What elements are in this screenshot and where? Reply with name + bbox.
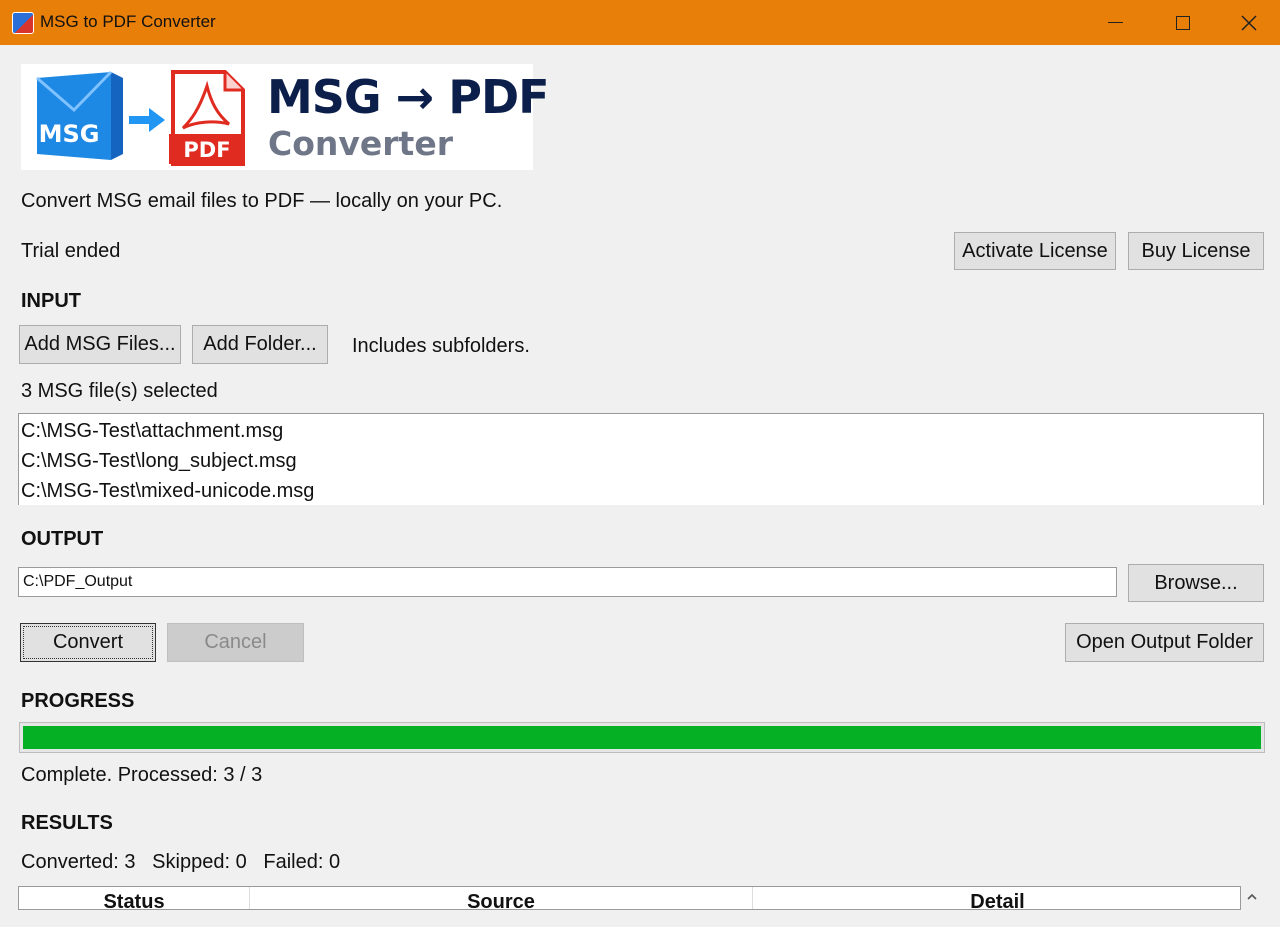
app-icon — [12, 12, 34, 34]
close-icon — [1241, 14, 1257, 31]
add-msg-files-button[interactable]: Add MSG Files... — [19, 325, 181, 364]
input-heading: INPUT — [21, 290, 81, 312]
logo-subtitle: Converter — [268, 124, 453, 163]
output-path-field[interactable]: C:\PDF_Output — [18, 567, 1117, 597]
column-header-source[interactable]: Source — [250, 887, 753, 909]
subfolders-hint: Includes subfolders. — [352, 335, 530, 357]
scroll-up-icon[interactable] — [1245, 890, 1259, 904]
cancel-button[interactable]: Cancel — [167, 623, 304, 662]
selected-count: 3 MSG file(s) selected — [21, 380, 218, 402]
open-output-folder-button[interactable]: Open Output Folder — [1065, 623, 1264, 662]
file-list[interactable]: C:\MSG-Test\attachment.msg C:\MSG-Test\l… — [18, 413, 1264, 505]
maximize-button[interactable] — [1150, 0, 1216, 45]
minimize-button[interactable] — [1082, 0, 1148, 45]
pdf-document-icon: PDF — [169, 70, 245, 166]
results-table[interactable]: Status Source Detail — [18, 886, 1241, 910]
progress-bar — [19, 722, 1265, 753]
license-status: Trial ended — [21, 240, 121, 262]
minimize-icon — [1107, 21, 1123, 24]
add-folder-button[interactable]: Add Folder... — [192, 325, 328, 364]
progress-status: Complete. Processed: 3 / 3 — [21, 764, 263, 786]
convert-button[interactable]: Convert — [20, 623, 156, 662]
column-header-detail[interactable]: Detail — [753, 887, 1240, 909]
list-item[interactable]: C:\MSG-Test\long_subject.msg — [21, 450, 297, 473]
buy-license-button[interactable]: Buy License — [1128, 232, 1264, 270]
msg-envelope-icon: MSG — [36, 70, 123, 160]
results-heading: RESULTS — [21, 812, 113, 834]
tagline: Convert MSG email files to PDF — locally… — [21, 190, 503, 212]
msg-logo-text: MSG — [39, 120, 100, 148]
activate-license-button[interactable]: Activate License — [954, 232, 1116, 270]
window-title: MSG to PDF Converter — [40, 12, 216, 31]
list-item[interactable]: C:\MSG-Test\attachment.msg — [21, 420, 283, 443]
arrow-icon — [129, 108, 165, 132]
progress-heading: PROGRESS — [21, 690, 135, 712]
close-button[interactable] — [1216, 0, 1280, 45]
progress-fill — [23, 726, 1261, 749]
list-item[interactable]: C:\MSG-Test\mixed-unicode.msg — [21, 480, 314, 503]
results-summary: Converted: 3 Skipped: 0 Failed: 0 — [21, 851, 341, 873]
output-heading: OUTPUT — [21, 528, 104, 550]
column-header-status[interactable]: Status — [19, 887, 250, 909]
logo-title: MSG → PDF — [267, 70, 550, 124]
browse-button[interactable]: Browse... — [1128, 564, 1264, 602]
pdf-logo-text: PDF — [183, 138, 230, 162]
title-bar[interactable]: MSG to PDF Converter — [0, 0, 1280, 45]
logo-banner: MSG PDF MSG → PDF Converter — [21, 64, 550, 170]
maximize-icon — [1176, 15, 1190, 30]
